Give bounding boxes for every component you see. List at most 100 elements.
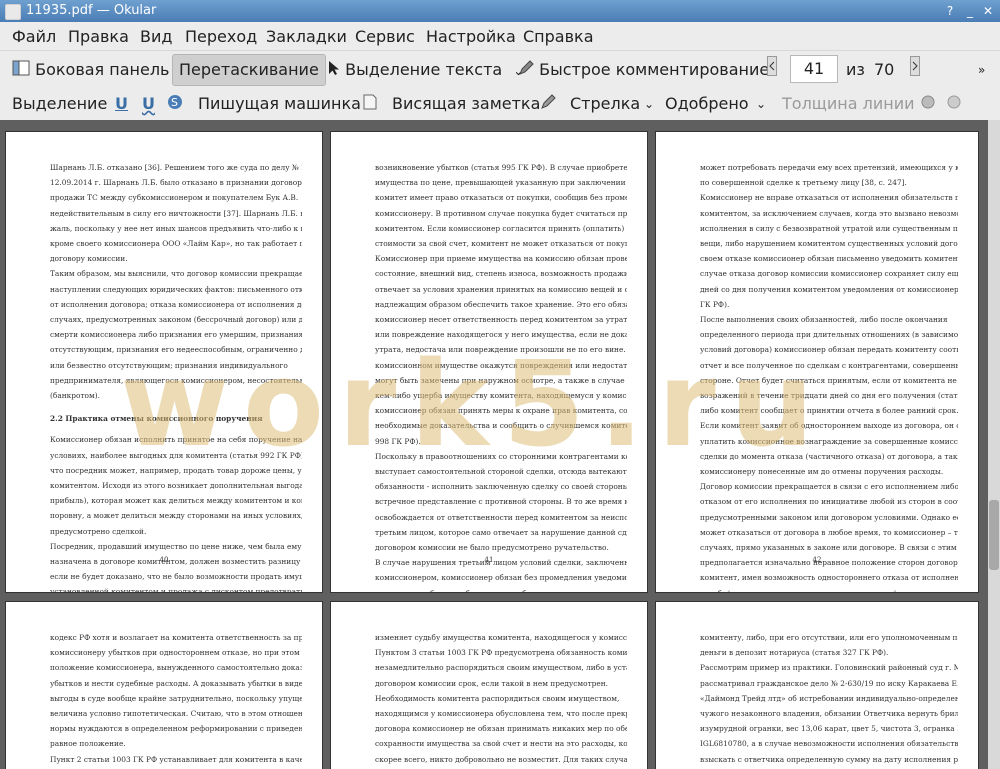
text-line: условиях, наиболее выгодных для комитент… [50,450,302,460]
page-44-text: изменяет судьбу имущества комитента, нах… [375,630,627,769]
menu-file[interactable]: Файл [12,27,56,46]
browse-label: Перетаскивание [179,60,319,79]
text-line: от исполнения договора; отказа комиссион… [50,299,302,309]
typewriter-tool[interactable]: Пишущая машинка [198,88,361,120]
menu-help[interactable]: Справка [523,27,594,46]
page-number-input[interactable]: 41 [790,55,838,83]
color-icon[interactable] [920,88,936,120]
text-line: комиссионеру понесенные им до отмены пор… [700,467,944,477]
pen-icon [518,55,534,87]
text-line: 998 ГК РФ). [375,436,421,446]
close-icon[interactable]: ✕ [980,3,996,19]
text-line: изменяет судьбу имущества комитента, нах… [375,633,627,642]
text-line: определенного периода при длительных отн… [700,330,958,340]
text-line: продажи ТС между субкомиссионером и поку… [50,193,299,203]
text-line: в любой момент, даже при отсутствии нару… [700,586,958,592]
text-line: изумрудной огранки, вес 13,06 карат, цве… [700,724,958,734]
text-line: 12.09.2014 г. Шарнань Л.Б. было отказано… [50,178,302,188]
page-40: Шарнань Л.Б. отказано [36]. Решением тог… [6,132,322,592]
text-select-label: Выделение текста [345,60,503,79]
text-line: может потребовать передачи ему всех прет… [700,163,958,172]
text-line: наступлении следующих юридических фактов… [50,284,302,294]
text-line: по совершенной сделке к третьему лицу [3… [700,178,907,188]
help-icon[interactable]: ? [942,3,958,19]
annotation-toolbar: Выделение U U S Пишущая машинка Висящая … [0,88,1000,120]
text-line: комиссионер несет ответственность перед … [375,315,627,325]
text-line: убытков и нести судебные расходы. А дока… [50,678,302,688]
quick-annotation-button[interactable]: Быстрое комментирование [518,54,769,86]
title-bar: 11935.pdf — Okular ? _ ✕ [0,0,1000,22]
cursor-arrow-icon [328,55,340,87]
underline-icon[interactable]: U [115,88,128,120]
minimize-icon[interactable]: _ [962,3,978,19]
text-line: дней со дня получения комитентом уведомл… [700,284,958,294]
sidebar-label: Боковая панель [35,60,170,79]
popup-note-tool[interactable]: Висящая заметка [392,88,540,120]
text-line: стоимости за свой счет, комитент не може… [375,239,627,249]
page-total: 70 [874,60,895,79]
text-line: комитентом. Исходя из этого возникает до… [50,481,302,491]
text-line: утрата, недостача или повреждение произо… [375,345,627,355]
arrow-chevron-down-icon[interactable]: ⌄ [644,88,654,120]
next-page-icon [910,55,920,87]
text-line: Рассмотрим пример из практики. Головинск… [700,663,958,673]
sidebar-icon [12,55,30,87]
vertical-scrollbar[interactable] [988,120,1000,769]
svg-text:S: S [171,96,178,109]
text-line: 2.2 Практика отмены комиссионного поруче… [50,414,263,424]
menu-bar: Файл Правка Вид Переход Закладки Сервис … [0,22,1000,50]
text-line: Посредник, продавший имущество по цене н… [50,541,302,551]
highlight-tool[interactable]: Выделение [12,88,107,120]
arrow-tool[interactable]: Стрелка [570,88,640,120]
browse-tool-button[interactable]: Перетаскивание [172,54,326,86]
text-line: возникновение убытков (статья 995 ГК РФ)… [375,163,627,172]
text-line: обязанности - исполнить заключенную сдел… [375,482,627,492]
squiggly-underline-icon[interactable]: U [142,88,155,120]
page-number: 41 [484,555,494,564]
text-line: Пункт 2 статьи 1003 ГК РФ устанавливает … [50,754,302,764]
page-number: 42 [812,555,822,564]
menu-tools[interactable]: Сервис [355,27,415,46]
text-line: кодекс РФ хотя и возлагает на комитента … [50,633,302,642]
stamp-tool[interactable]: Одобрено [665,88,749,120]
scrollbar-thumb[interactable] [989,500,999,570]
line-width-control[interactable]: Толщина линии [782,88,915,120]
text-line: ГК РФ). [700,299,730,309]
text-line: выгоды в суде вообще крайне затруднитель… [50,693,302,703]
text-line: освобождается от ответственности перед к… [375,512,627,522]
text-line: либо комитент сообщает о принятии отчета… [700,406,958,416]
text-line: комиссионеру. В противном случае покупка… [375,208,627,218]
text-line: Комиссионер при приеме имущества на коми… [375,254,627,264]
opacity-icon[interactable] [946,88,962,120]
pencil-icon[interactable] [540,88,556,120]
text-line: комитенту, либо, при его отсутствии, или… [700,633,958,642]
text-line: комиссионер обязан принять меры к охране… [375,406,627,416]
note-icon[interactable] [363,88,377,120]
text-select-button[interactable]: Выделение текста ⌄ [328,54,523,86]
text-line: отчет и все полученное по сделкам с конт… [700,360,958,370]
text-line: комитентом, за исключением случаев, когд… [700,208,958,218]
text-line: незамедлительно распорядиться своим имущ… [375,663,627,673]
previous-page-button[interactable] [767,54,777,86]
page-45: комитенту, либо, при его отсутствии, или… [656,602,978,769]
text-line: отсутствующим, признания его недееспособ… [50,345,302,355]
text-line: равное положение. [50,739,126,749]
text-line: положение комиссионера, вынужденного сам… [50,663,302,673]
menu-edit[interactable]: Правка [68,27,129,46]
stamp-chevron-down-icon[interactable]: ⌄ [756,88,766,120]
sidebar-button[interactable]: Боковая панель [12,54,169,86]
menu-view[interactable]: Вид [140,27,172,46]
next-page-button[interactable] [910,54,920,86]
text-line: договору комиссии. [50,254,128,264]
page-41-text: возникновение убытков (статья 995 ГК РФ)… [375,160,627,592]
menu-go[interactable]: Переход [185,27,257,46]
menu-settings[interactable]: Настройка [426,27,516,46]
text-line: уплатить комиссионное вознаграждение за … [700,436,958,446]
text-line: кем-либо ущерба имуществу комитента, нах… [375,391,627,401]
menu-bookmarks[interactable]: Закладки [266,27,347,46]
text-line: Договор комиссии прекращается в связи с … [700,482,958,492]
toolbar-overflow-icon[interactable]: » [978,54,985,86]
document-view[interactable]: Шарнань Л.Б. отказано [36]. Решением тог… [0,120,1000,769]
strikeout-icon[interactable]: S [167,88,183,120]
text-line: Если комитент заявит об одностороннем вы… [700,421,958,431]
